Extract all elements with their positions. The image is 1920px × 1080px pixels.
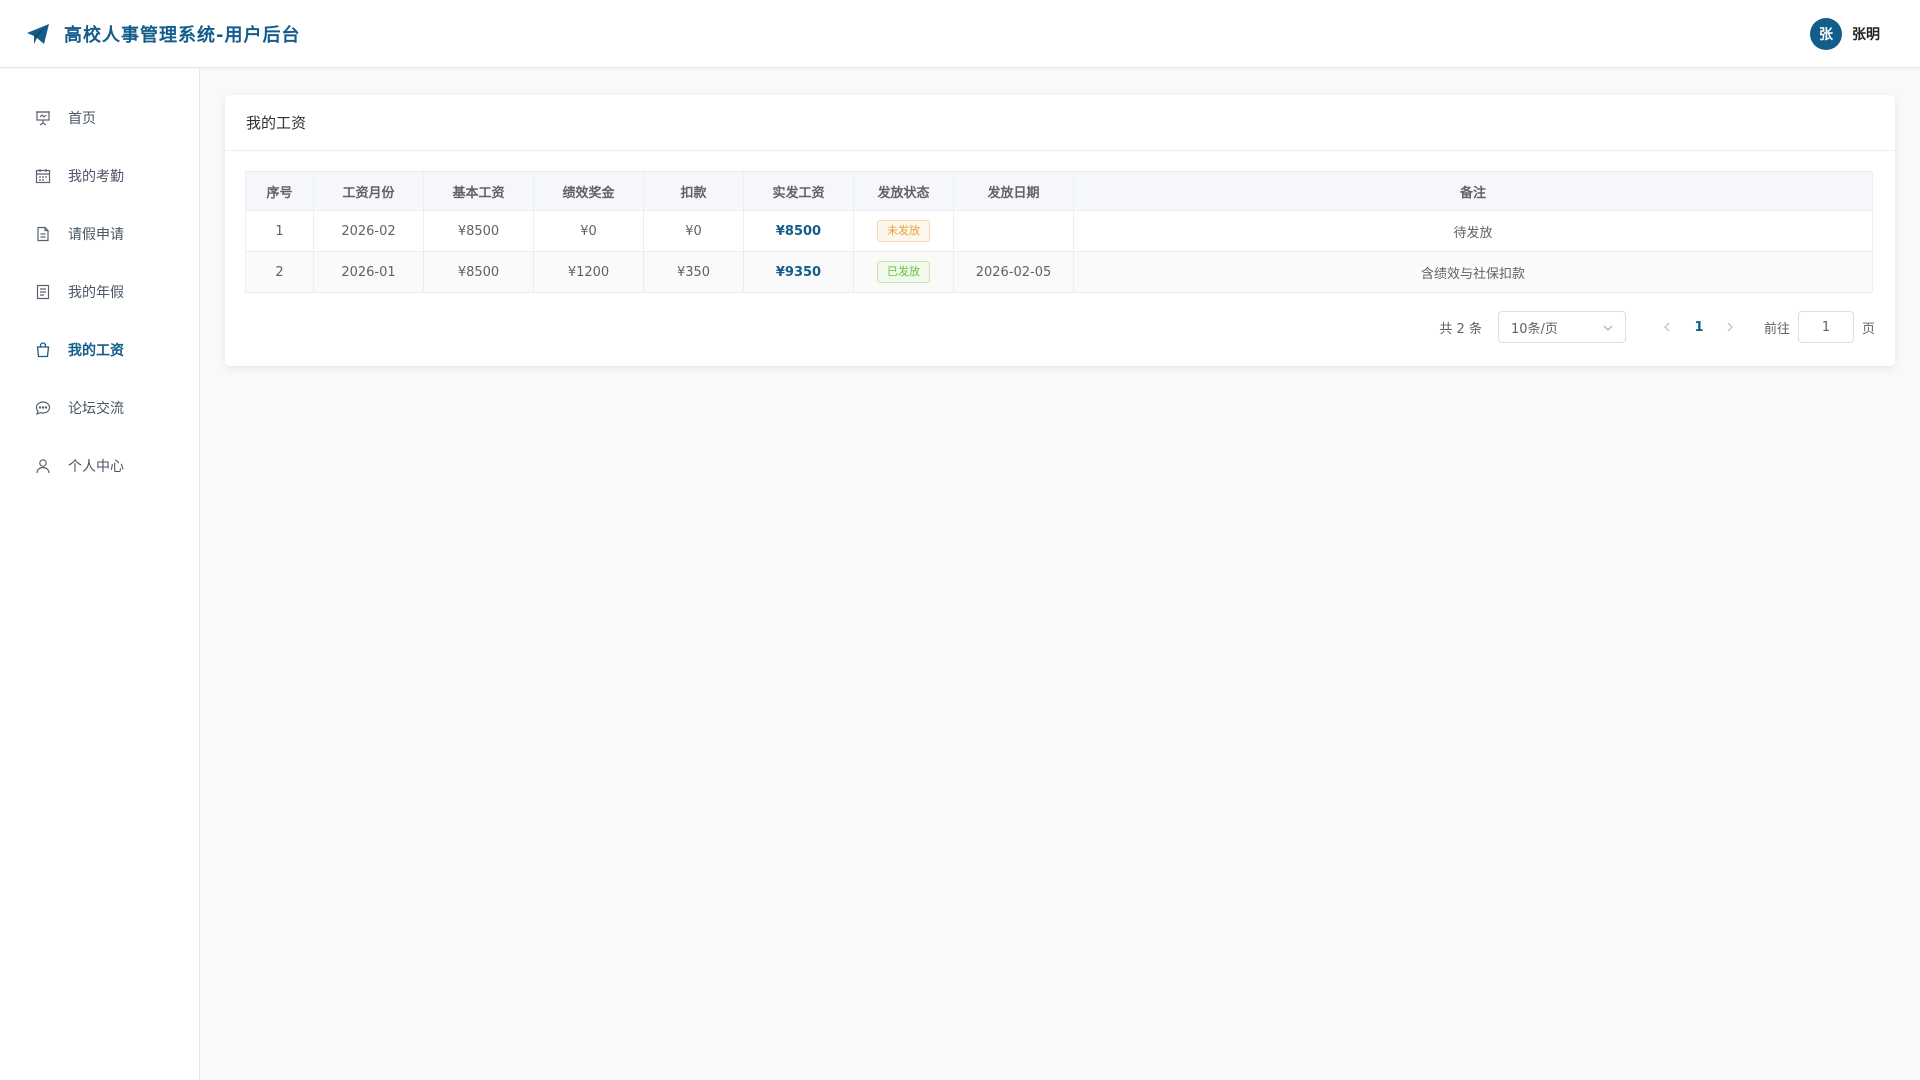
sidebar: 首页 我的考勤 请假申请 我的年假 我的工资 论坛交流 个人中心 [0,69,200,1080]
column-header: 发放状态 [853,171,954,211]
page-size-select[interactable]: 10条/页 [1497,311,1626,343]
card-title: 我的工资 [225,95,1895,151]
document-icon [34,225,52,243]
cell-status: 未发放 [853,210,954,252]
cell-date: 2026-02-05 [953,251,1074,293]
total-count: 共 2 条 [1439,321,1482,337]
table-row[interactable]: 1 2026-02 ¥8500 ¥0 ¥0 ¥8500 未发放 待发放 [245,210,1873,252]
goto-page-input[interactable] [1797,311,1854,343]
cell-remark: 含绩效与社保扣款 [1073,251,1873,293]
cell-deduction: ¥0 [643,210,744,252]
list-document-icon [34,283,52,301]
page-suffix: 页 [1861,321,1875,337]
salary-table: 序号 工资月份 基本工资 绩效奖金 扣款 实发工资 发放状态 发放日期 备注 1… [245,171,1873,293]
sidebar-item-attendance[interactable]: 我的考勤 [0,147,199,205]
sidebar-item-label: 我的考勤 [68,169,124,185]
sidebar-item-label: 我的工资 [68,343,124,359]
column-header: 发放日期 [953,171,1074,211]
column-header: 工资月份 [313,171,424,211]
cell-base-salary: ¥8500 [423,251,534,293]
column-header: 基本工资 [423,171,534,211]
column-header: 扣款 [643,171,744,211]
sidebar-item-label: 请假申请 [68,227,124,243]
sidebar-item-label: 我的年假 [68,285,124,301]
status-badge: 未发放 [877,220,930,242]
calendar-icon [34,167,52,185]
cell-net-salary: ¥9350 [743,251,854,293]
cell-net-salary: ¥8500 [743,210,854,252]
sidebar-item-label: 首页 [68,111,96,127]
next-page-button[interactable] [1716,312,1746,342]
cell-index: 2 [245,251,314,293]
cell-date [953,210,1074,252]
page-number-1[interactable]: 1 [1682,320,1716,335]
cell-month: 2026-02 [313,210,424,252]
sidebar-item-label: 论坛交流 [68,401,124,417]
cell-status: 已发放 [853,251,954,293]
table-header-row: 序号 工资月份 基本工资 绩效奖金 扣款 实发工资 发放状态 发放日期 备注 [245,171,1873,211]
cell-bonus: ¥1200 [533,251,644,293]
cell-remark: 待发放 [1073,210,1873,252]
column-header: 绩效奖金 [533,171,644,211]
sidebar-item-salary[interactable]: 我的工资 [0,321,199,379]
sidebar-item-home[interactable]: 首页 [0,89,199,147]
cell-deduction: ¥350 [643,251,744,293]
column-header: 备注 [1073,171,1873,211]
app-title: 高校人事管理系统-用户后台 [64,24,301,46]
cell-base-salary: ¥8500 [423,210,534,252]
chat-bubble-icon [34,399,52,417]
status-badge: 已发放 [877,261,930,283]
pagination: 共 2 条 10条/页 1 前往 页 [245,311,1875,343]
sidebar-item-forum[interactable]: 论坛交流 [0,379,199,437]
user-icon [34,457,52,475]
presentation-icon [34,109,52,127]
paper-plane-icon [26,22,50,46]
top-header: 高校人事管理系统-用户后台 张 张明 [0,0,1920,68]
chevron-down-icon [1603,320,1613,335]
goto-label: 前往 [1763,321,1790,337]
sidebar-item-profile[interactable]: 个人中心 [0,437,199,495]
cell-bonus: ¥0 [533,210,644,252]
sidebar-item-annual-leave[interactable]: 我的年假 [0,263,199,321]
prev-page-button[interactable] [1652,312,1682,342]
user-name[interactable]: 张明 [1852,24,1880,44]
cell-index: 1 [245,210,314,252]
cell-month: 2026-01 [313,251,424,293]
column-header: 实发工资 [743,171,854,211]
salary-card: 我的工资 序号 工资月份 基本工资 绩效奖金 扣款 实发工资 发放状态 发放日期… [225,95,1895,366]
user-menu[interactable]: 张 张明 [1810,18,1880,50]
sidebar-item-leave-request[interactable]: 请假申请 [0,205,199,263]
shopping-bag-icon [34,341,52,359]
avatar[interactable]: 张 [1810,18,1842,50]
column-header: 序号 [245,171,314,211]
page-size-value: 10条/页 [1510,321,1558,337]
table-row[interactable]: 2 2026-01 ¥8500 ¥1200 ¥350 ¥9350 已发放 202… [245,251,1873,293]
page-jumper: 前往 页 [1764,311,1875,343]
sidebar-item-label: 个人中心 [68,459,124,475]
